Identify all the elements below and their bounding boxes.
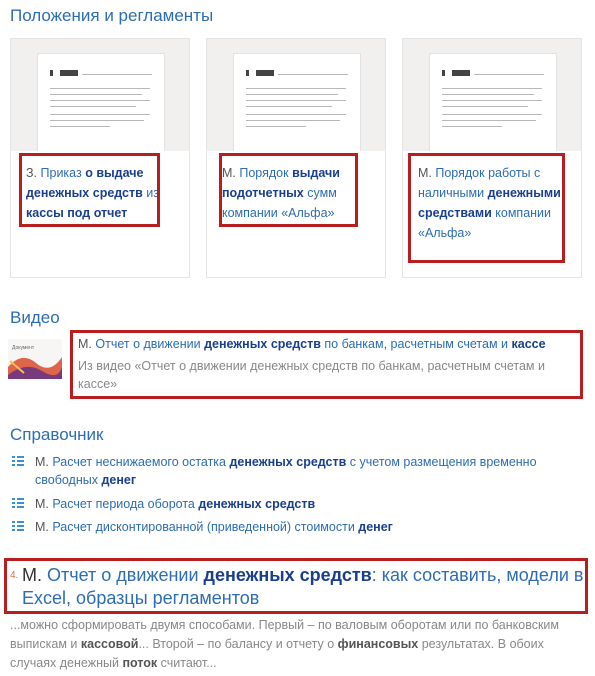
highlight-box — [219, 153, 358, 227]
list-icon — [12, 498, 24, 509]
video-icon-label: Документ — [12, 345, 35, 351]
article-snippet: ...можно сформировать двумя способами. П… — [10, 618, 560, 670]
regulations-section-title: Положения и регламенты — [10, 6, 214, 25]
document-thumbnail[interactable] — [403, 39, 581, 151]
highlight-box — [4, 558, 588, 614]
list-icon — [12, 456, 24, 467]
list-icon — [12, 521, 24, 532]
document-thumbnail[interactable] — [207, 39, 385, 151]
reference-section-title: Справочник — [10, 425, 104, 444]
highlight-box — [70, 330, 583, 399]
highlight-box — [408, 153, 565, 263]
video-section-title: Видео — [10, 308, 60, 327]
video-thumbnail-icon[interactable]: Документ — [6, 337, 64, 381]
highlight-box — [19, 153, 160, 227]
document-thumbnail[interactable] — [11, 39, 189, 151]
